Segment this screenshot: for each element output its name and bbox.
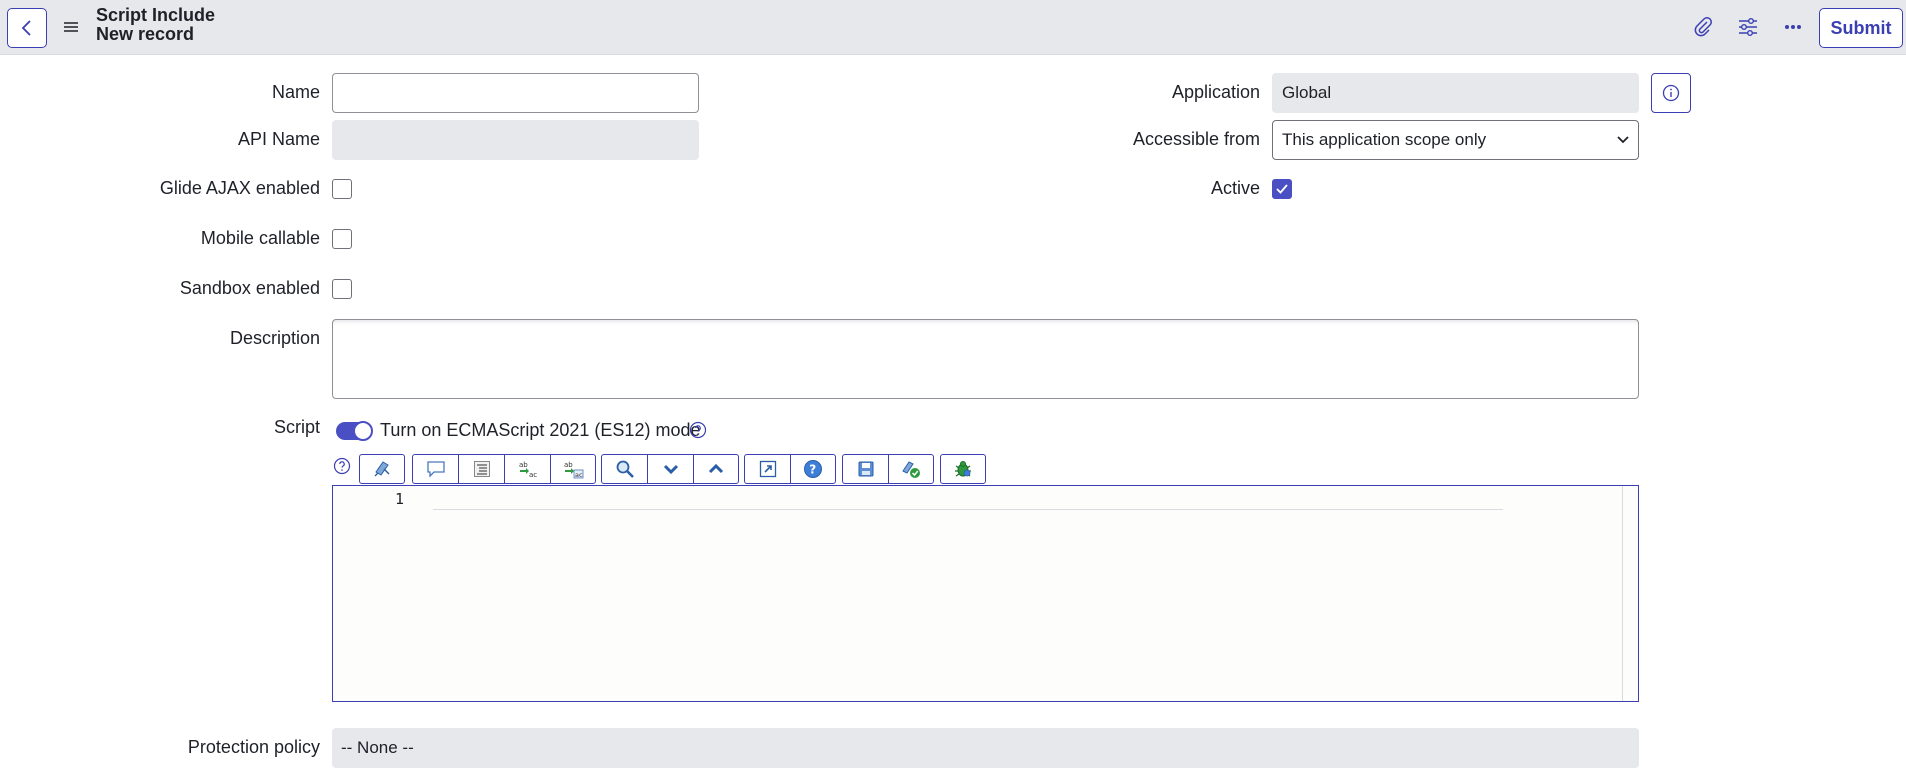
editor-toolbar-group-2: ab ac ab ac (412, 454, 596, 484)
application-info-button[interactable] (1651, 73, 1691, 113)
page-scrollbar[interactable] (1900, 55, 1906, 776)
submit-button[interactable]: Submit (1819, 8, 1903, 48)
replace-icon: abac (519, 461, 537, 479)
active-code-line[interactable] (433, 488, 1503, 510)
protection-policy-label: Protection policy (187, 737, 320, 757)
active-checkbox[interactable] (1272, 179, 1292, 199)
save-icon (858, 461, 873, 477)
find-previous-button[interactable] (693, 454, 739, 484)
find-next-icon (663, 464, 678, 475)
accessible-from-value: This application scope only (1282, 130, 1487, 149)
editor-help-button[interactable]: ? (790, 454, 836, 484)
script-label: Script (273, 417, 320, 437)
toggle-syntax-editor-icon (374, 461, 390, 477)
mobile-callable-label: Mobile callable (200, 228, 320, 248)
save-button[interactable] (842, 454, 888, 484)
format-code-icon (473, 461, 490, 477)
editor-help-icon[interactable] (333, 457, 351, 480)
fullscreen-button[interactable] (744, 454, 790, 484)
fullscreen-icon (759, 460, 776, 478)
editor-toolbar-group-4: ? (744, 454, 836, 484)
es12-help-icon[interactable] (689, 421, 707, 444)
script-validation-button[interactable] (888, 454, 934, 484)
checkmark-icon (1276, 184, 1288, 194)
script-debugger-button[interactable] (940, 454, 986, 484)
format-code-button[interactable] (458, 454, 504, 484)
toggle-knob (353, 421, 373, 441)
replace-button[interactable]: ab ac (504, 454, 550, 484)
editor-toolbar-group-1 (359, 454, 405, 484)
accessible-from-label: Accessible from (1132, 129, 1260, 149)
editor-toolbar-group-5 (842, 454, 934, 484)
back-button[interactable] (7, 8, 47, 48)
description-label: Description (229, 328, 320, 348)
active-label: Active (1210, 178, 1260, 198)
glide-ajax-label: Glide AJAX enabled (159, 178, 320, 198)
name-label: Name (271, 82, 320, 102)
editor-scrollbar[interactable] (1622, 486, 1638, 701)
context-menu-icon[interactable] (63, 18, 79, 36)
more-options-icon[interactable] (1780, 14, 1806, 40)
name-input[interactable] (332, 73, 699, 113)
mobile-callable-checkbox[interactable] (332, 229, 352, 249)
script-validation-icon (902, 461, 920, 478)
svg-text:?: ? (809, 463, 816, 477)
description-textarea[interactable] (332, 319, 1639, 399)
editor-toolbar-group-3 (601, 454, 739, 484)
attachment-icon[interactable] (1690, 14, 1716, 40)
comment-code-button[interactable] (412, 454, 458, 484)
page-title: Script Include New record (96, 6, 215, 44)
record-subtitle: New record (96, 24, 195, 44)
api-name-field (332, 120, 699, 160)
comment-selected-code-icon (426, 461, 445, 478)
chevron-left-icon (21, 20, 31, 36)
application-label: Application (1171, 82, 1260, 102)
find-next-button[interactable] (647, 454, 693, 484)
accessible-from-select[interactable]: This application scope only (1272, 120, 1639, 160)
svg-text:ab: ab (519, 461, 528, 469)
toggle-syntax-editor-button[interactable] (359, 454, 405, 484)
api-name-label: API Name (237, 129, 320, 149)
line-number: 1 (395, 490, 405, 508)
svg-text:ac: ac (529, 471, 537, 479)
find-previous-icon (708, 463, 724, 474)
svg-text:ab: ab (564, 461, 573, 469)
es12-mode-label: Turn on ECMAScript 2021 (ES12) mode (380, 420, 701, 440)
script-debugger-icon (955, 461, 971, 477)
info-icon (1662, 84, 1680, 102)
glide-ajax-checkbox[interactable] (332, 179, 352, 199)
script-editor[interactable]: 1 (332, 485, 1639, 702)
replace-all-button[interactable]: ab ac (550, 454, 596, 484)
svg-text:ac: ac (575, 471, 583, 479)
chevron-down-icon (1617, 136, 1629, 144)
search-icon (616, 460, 634, 478)
sandbox-enabled-label: Sandbox enabled (179, 278, 320, 298)
record-table-title: Script Include (96, 5, 216, 25)
es12-mode-toggle[interactable] (336, 421, 373, 441)
help-icon: ? (804, 460, 822, 478)
personalize-form-icon[interactable] (1735, 14, 1761, 40)
application-field: Global (1272, 73, 1639, 113)
editor-toolbar-group-6 (940, 454, 986, 484)
sandbox-enabled-checkbox[interactable] (332, 279, 352, 299)
replace-all-icon: abac (564, 461, 584, 479)
search-button[interactable] (601, 454, 647, 484)
form-header: Script Include New record Submit (0, 0, 1906, 55)
protection-policy-field: -- None -- (332, 728, 1639, 768)
